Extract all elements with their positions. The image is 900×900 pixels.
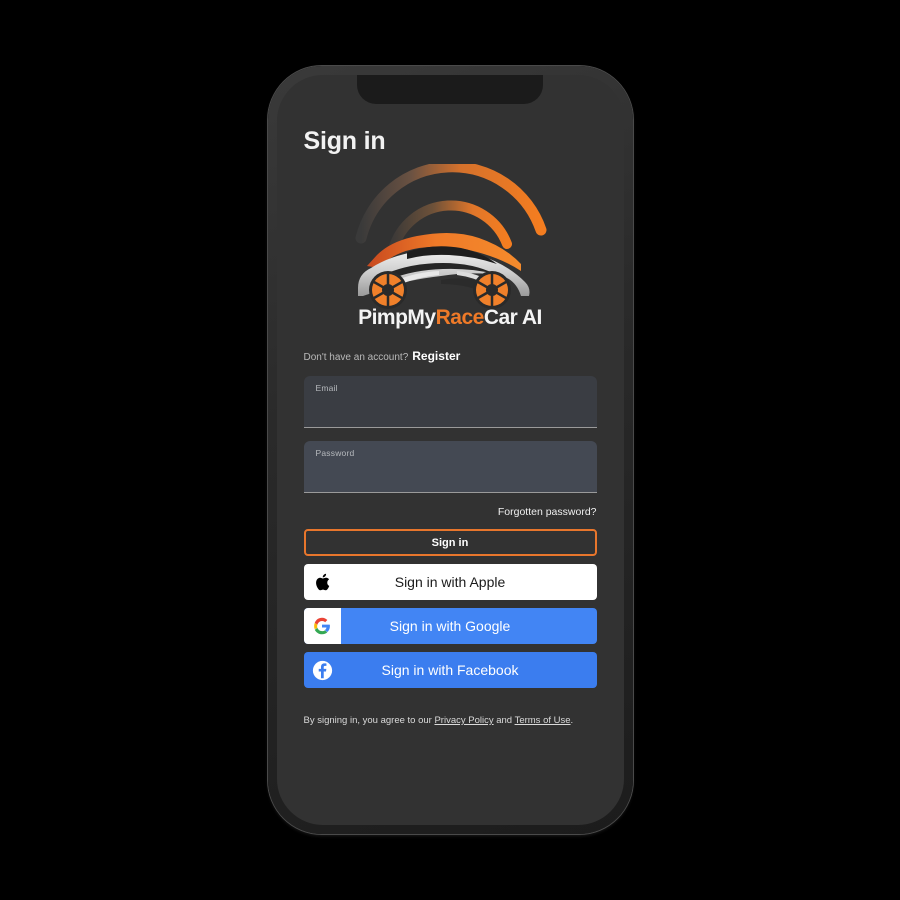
brand-wordmark: PimpMyRaceCar AI xyxy=(358,306,542,330)
password-field-label: Password xyxy=(315,448,355,458)
legal-conjunction: and xyxy=(493,715,515,726)
google-icon xyxy=(303,608,341,644)
wordmark-part-3: Car AI xyxy=(483,306,543,329)
signin-screen: Sign in PimpMyRaceCar AI Don't have an a… xyxy=(277,75,624,825)
brand-logo: PimpMyRaceCar AI xyxy=(304,164,597,330)
wordmark-part-1: PimpMy xyxy=(358,306,436,329)
sign-in-with-google-label: Sign in with Google xyxy=(389,618,511,634)
apple-icon xyxy=(304,564,341,600)
phone-device-frame: Sign in PimpMyRaceCar AI Don't have an a… xyxy=(267,66,633,834)
sign-in-with-facebook-label: Sign in with Facebook xyxy=(381,662,519,678)
forgot-password-link[interactable]: Forgotten password? xyxy=(498,506,597,518)
password-input[interactable] xyxy=(315,466,585,486)
page-title: Sign in xyxy=(303,127,386,155)
sign-in-button[interactable]: Sign in xyxy=(303,529,597,556)
sign-in-with-apple-button[interactable]: Sign in with Apple xyxy=(303,564,597,600)
sign-in-with-apple-label: Sign in with Apple xyxy=(394,574,506,590)
password-field[interactable]: Password xyxy=(303,441,597,493)
legal-suffix: . xyxy=(570,715,574,726)
race-car-wifi-logo-icon xyxy=(355,164,547,309)
email-field-label: Email xyxy=(315,383,338,393)
register-prompt-text: Don't have an account? xyxy=(303,352,409,363)
phone-screen: Sign in PimpMyRaceCar AI Don't have an a… xyxy=(276,75,624,825)
sign-in-with-facebook-button[interactable]: Sign in with Facebook xyxy=(303,652,597,688)
wordmark-part-2: Race xyxy=(435,306,485,329)
register-link[interactable]: Register xyxy=(412,349,460,363)
legal-prefix: By signing in, you agree to our xyxy=(303,715,435,726)
forgot-password-row: Forgotten password? xyxy=(304,506,597,518)
sign-in-with-google-button[interactable]: Sign in with Google xyxy=(303,608,597,644)
facebook-icon xyxy=(304,652,341,688)
email-input[interactable] xyxy=(315,401,585,421)
register-prompt-row: Don't have an account? Register xyxy=(304,349,597,363)
device-notch xyxy=(357,75,543,104)
legal-disclaimer: By signing in, you agree to our Privacy … xyxy=(304,714,597,727)
privacy-policy-link[interactable]: Privacy Policy xyxy=(434,715,493,726)
email-field[interactable]: Email xyxy=(303,376,597,428)
terms-of-use-link[interactable]: Terms of Use xyxy=(515,715,571,726)
